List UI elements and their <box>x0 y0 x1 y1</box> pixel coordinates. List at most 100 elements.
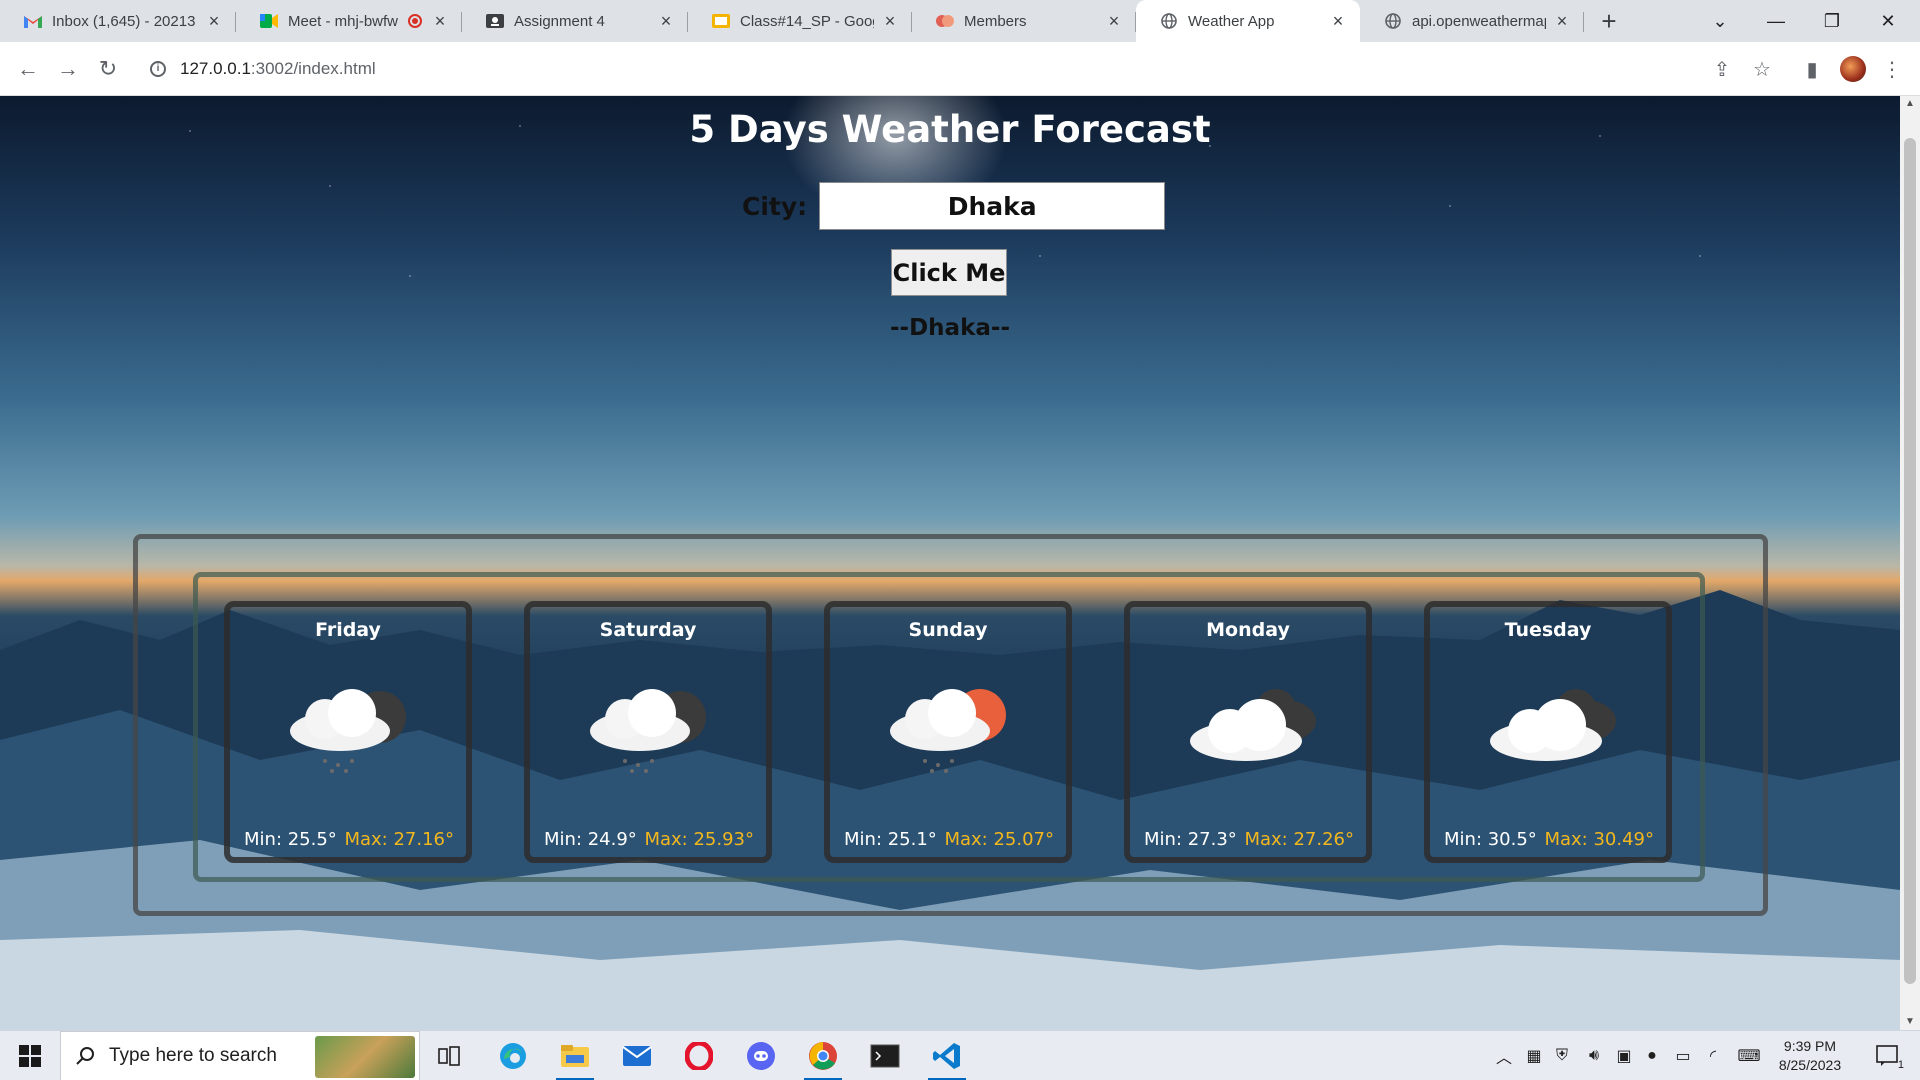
scroll-down-arrow-icon[interactable]: ▼ <box>1900 1014 1920 1030</box>
device-icon[interactable]: ▣ <box>1612 1031 1636 1080</box>
city-form: City: <box>742 182 1166 230</box>
restore-button[interactable]: ❐ <box>1804 0 1860 42</box>
url-path: :3002/index.html <box>250 59 376 78</box>
notification-count: 1 <box>1897 1059 1904 1071</box>
min-temperature: Min: 24.9° <box>544 829 637 850</box>
side-panel-icon[interactable]: ▮ <box>1800 57 1824 81</box>
gmail-icon <box>24 12 42 30</box>
tab-search-dropdown-icon[interactable]: ⌄ <box>1692 0 1748 42</box>
click-me-button[interactable]: Click Me <box>891 249 1007 296</box>
windows-taskbar: Type here to search ︿ ▦ ⛨ 🔊︎ ▣ ● ▭ ◜ ⌨ 9… <box>0 1030 1920 1080</box>
discord-icon[interactable] <box>734 1031 788 1080</box>
cloud-rain-icon <box>290 689 406 773</box>
tab-title: Weather App <box>1188 12 1275 30</box>
page-title: 5 Days Weather Forecast <box>689 108 1211 151</box>
search-icon <box>76 1047 94 1065</box>
address-bar[interactable]: i 127.0.0.1:3002/index.html <box>138 49 1698 89</box>
globe-icon <box>1384 12 1402 30</box>
forecast-card-sunday: Sunday Min: 25.1° Max: 25.07° <box>824 601 1072 863</box>
selected-city-heading: --Dhaka-- <box>890 315 1010 341</box>
volume-icon[interactable]: 🔊︎ <box>1582 1031 1606 1080</box>
reload-icon[interactable]: ↻ <box>94 55 122 83</box>
web-page: 5 Days Weather Forecast City: Click Me -… <box>0 96 1900 1030</box>
notifications-button[interactable]: 1 <box>1868 1031 1908 1080</box>
tab-gmail[interactable]: Inbox (1,645) - 20213 × <box>0 0 236 42</box>
tab-title: Class#14_SP - Google <box>740 12 874 30</box>
back-arrow-icon[interactable]: ← <box>14 55 42 83</box>
temperature-row: Min: 24.9° Max: 25.93° <box>530 829 766 850</box>
close-icon[interactable]: × <box>1552 11 1572 31</box>
microphone-icon[interactable]: ● <box>1640 1031 1664 1080</box>
edge-browser-icon[interactable] <box>486 1031 540 1080</box>
google-slides-icon <box>712 12 730 30</box>
close-icon[interactable]: × <box>656 11 676 31</box>
info-icon[interactable]: i <box>150 61 166 77</box>
close-icon[interactable]: × <box>430 11 450 31</box>
share-icon[interactable]: ⇪ <box>1710 57 1734 81</box>
classroom-icon <box>486 12 504 30</box>
recording-icon <box>406 12 424 30</box>
clock-date: 8/25/2023 <box>1778 1057 1842 1073</box>
vscode-icon[interactable] <box>920 1031 974 1080</box>
page-scrollbar[interactable]: ▲ ▼ <box>1900 96 1920 1030</box>
clock-time: 9:39 PM <box>1783 1038 1837 1054</box>
tray-app-icon[interactable]: ▦ <box>1522 1031 1546 1080</box>
globe-icon <box>1160 12 1178 30</box>
tab-openweathermap-api[interactable]: api.openweathermap × <box>1360 0 1584 42</box>
close-icon[interactable]: × <box>880 11 900 31</box>
profile-avatar[interactable] <box>1840 56 1866 82</box>
temperature-row: Min: 25.1° Max: 25.07° <box>830 829 1066 850</box>
search-placeholder: Type here to search <box>109 1045 277 1066</box>
tab-title: Meet - mhj-bwfw <box>288 12 399 30</box>
close-icon[interactable]: × <box>1328 11 1348 31</box>
scrollbar-thumb[interactable] <box>1904 138 1916 984</box>
forecast-card-saturday: Saturday Min: 24.9° Max: 25.93° <box>524 601 772 863</box>
battery-icon[interactable]: ▭ <box>1670 1031 1696 1080</box>
terminal-icon[interactable] <box>858 1031 912 1080</box>
wifi-icon[interactable]: ◜ <box>1700 1031 1726 1080</box>
minimize-button[interactable]: — <box>1748 0 1804 42</box>
bookmark-star-icon[interactable]: ☆ <box>1750 57 1774 81</box>
max-temperature: Max: 27.26° <box>1244 829 1354 850</box>
notification-icon: 1 <box>1876 1045 1904 1071</box>
windows-start-button[interactable] <box>0 1031 60 1080</box>
mail-icon[interactable] <box>610 1031 664 1080</box>
city-label: City: <box>742 191 808 221</box>
tray-overflow-chevron-icon[interactable]: ︿ <box>1492 1031 1516 1080</box>
new-tab-button[interactable]: + <box>1596 8 1622 34</box>
system-clock[interactable]: 9:39 PM 8/25/2023 <box>1760 1037 1860 1075</box>
close-icon[interactable]: × <box>204 11 224 31</box>
min-temperature: Min: 27.3° <box>1144 829 1237 850</box>
opera-browser-icon[interactable] <box>672 1031 726 1080</box>
tab-google-slides[interactable]: Class#14_SP - Google × <box>688 0 912 42</box>
min-temperature: Min: 25.1° <box>844 829 937 850</box>
members-icon <box>936 12 954 30</box>
google-meet-icon <box>260 12 278 30</box>
broken-clouds-icon <box>1490 689 1616 761</box>
forward-arrow-icon[interactable]: → <box>54 55 82 83</box>
taskbar-search-box[interactable]: Type here to search <box>60 1031 420 1080</box>
tab-weather-app[interactable]: Weather App × <box>1136 0 1360 42</box>
chrome-browser-icon[interactable] <box>796 1031 850 1080</box>
temperature-row: Min: 27.3° Max: 27.26° <box>1130 829 1366 850</box>
close-icon[interactable]: × <box>1104 11 1124 31</box>
scroll-up-arrow-icon[interactable]: ▲ <box>1900 96 1920 112</box>
tab-assignment[interactable]: Assignment 4 × <box>462 0 688 42</box>
max-temperature: Max: 25.07° <box>944 829 1054 850</box>
forecast-card-tuesday: Tuesday Min: 30.5° Max: 30.49° <box>1424 601 1672 863</box>
min-temperature: Min: 30.5° <box>1444 829 1537 850</box>
city-input[interactable] <box>819 182 1166 230</box>
search-highlight-image <box>315 1036 415 1078</box>
temperature-row: Min: 30.5° Max: 30.49° <box>1430 829 1666 850</box>
browser-toolbar: ← → ↻ i 127.0.0.1:3002/index.html ⇪ ☆ ▮ … <box>0 42 1920 96</box>
task-view-icon[interactable] <box>422 1031 476 1080</box>
tab-meet[interactable]: Meet - mhj-bwfw × <box>236 0 462 42</box>
tab-title: Inbox (1,645) - 20213 <box>52 12 196 30</box>
more-menu-icon[interactable]: ⋮ <box>1880 57 1904 81</box>
close-window-button[interactable]: ✕ <box>1860 0 1916 42</box>
forecast-card-monday: Monday Min: 27.3° Max: 27.26° <box>1124 601 1372 863</box>
tab-members[interactable]: Members × <box>912 0 1136 42</box>
day-name: Sunday <box>908 619 988 641</box>
file-explorer-icon[interactable] <box>548 1031 602 1080</box>
security-shield-icon[interactable]: ⛨ <box>1550 1031 1574 1080</box>
